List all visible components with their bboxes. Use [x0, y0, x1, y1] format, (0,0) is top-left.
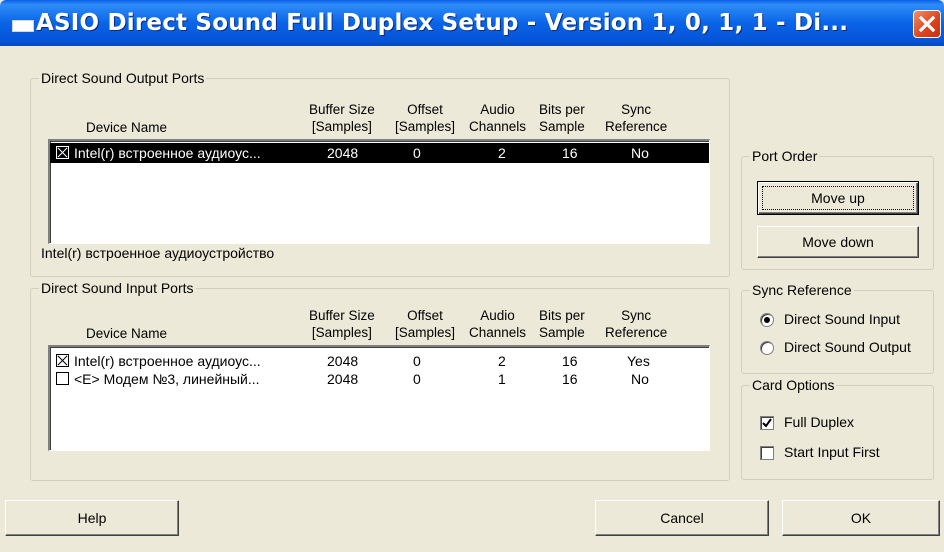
help-button[interactable]: Help — [5, 500, 179, 536]
output-ports-label: Direct Sound Output Ports — [39, 70, 207, 86]
col-audio-channels: Audio Channels — [469, 102, 527, 134]
table-row[interactable]: <E> Модем №3, линейный... 2048 0 1 16 No — [50, 369, 709, 389]
channels-cell: 1 — [498, 371, 506, 387]
port-checkbox[interactable] — [56, 146, 69, 159]
channels-cell: 2 — [498, 145, 506, 161]
sync-cell: No — [631, 371, 649, 387]
window-icon[interactable] — [12, 20, 34, 32]
start-input-first-checkbox[interactable] — [760, 446, 774, 460]
sync-output-radio[interactable] — [760, 341, 774, 355]
sync-input-radio[interactable] — [760, 313, 774, 327]
title-bar[interactable]: ASIO Direct Sound Full Duplex Setup - Ve… — [0, 0, 944, 46]
col-device-name: Device Name — [86, 120, 168, 135]
bits-cell: 16 — [562, 353, 578, 369]
input-ports-list[interactable]: Intel(r) встроенное аудиоус... 2048 0 2 … — [48, 345, 710, 451]
device-name-cell: <E> Модем №3, линейный... — [74, 371, 260, 387]
offset-cell: 0 — [413, 145, 421, 161]
device-name-cell: Intel(r) встроенное аудиоус... — [74, 353, 261, 369]
full-duplex-checkbox[interactable] — [760, 416, 774, 430]
output-ports-group: Direct Sound Output Ports Device Name Bu… — [30, 70, 730, 277]
col-device-name: Device Name — [86, 326, 168, 341]
device-name-cell: Intel(r) встроенное аудиоус... — [74, 145, 261, 161]
col-audio-channels: Audio Channels — [469, 308, 527, 340]
close-icon — [918, 15, 936, 33]
sync-cell: Yes — [627, 353, 650, 369]
port-order-group: Port Order Move up Move down — [741, 148, 934, 270]
start-input-first-label[interactable]: Start Input First — [784, 443, 880, 461]
input-ports-group: Direct Sound Input Ports Device Name Buf… — [30, 280, 730, 481]
focus-rect — [762, 186, 914, 210]
col-bits-per-sample: Bits per Sample — [539, 308, 585, 340]
table-row[interactable]: Intel(r) встроенное аудиоус... 2048 0 2 … — [50, 351, 709, 371]
move-up-button[interactable]: Move up — [757, 181, 919, 215]
bits-cell: 16 — [562, 145, 578, 161]
offset-cell: 0 — [413, 371, 421, 387]
buffer-cell: 2048 — [327, 145, 359, 161]
port-checkbox[interactable] — [56, 354, 69, 367]
col-offset: Offset [Samples] — [395, 102, 456, 134]
table-row[interactable]: Intel(r) встроенное аудиоус... 2048 0 2 … — [50, 143, 709, 163]
close-button[interactable] — [913, 10, 941, 38]
output-device-caption: Intel(r) встроенное аудиоустройство — [41, 245, 275, 261]
move-down-label: Move down — [802, 234, 874, 250]
port-order-label: Port Order — [750, 148, 820, 164]
col-bits-per-sample: Bits per Sample — [539, 102, 585, 134]
checkmark-icon — [762, 418, 772, 428]
input-ports-label: Direct Sound Input Ports — [39, 280, 196, 296]
cancel-button[interactable]: Cancel — [595, 500, 769, 536]
ok-label: OK — [850, 510, 872, 526]
buffer-cell: 2048 — [327, 353, 359, 369]
sync-input-label[interactable]: Direct Sound Input — [784, 310, 900, 328]
bits-cell: 16 — [562, 371, 578, 387]
buffer-cell: 2048 — [327, 371, 359, 387]
col-buffer-size: Buffer Size [Samples] — [309, 102, 375, 134]
col-buffer-size: Buffer Size [Samples] — [309, 308, 375, 340]
port-checkbox[interactable] — [56, 372, 69, 385]
window-title: ASIO Direct Sound Full Duplex Setup - Ve… — [36, 10, 849, 36]
sync-output-label[interactable]: Direct Sound Output — [784, 338, 911, 356]
sync-reference-label: Sync Reference — [750, 282, 854, 298]
full-duplex-label[interactable]: Full Duplex — [784, 413, 854, 431]
help-label: Help — [77, 510, 107, 526]
cancel-label: Cancel — [660, 510, 704, 526]
col-offset: Offset [Samples] — [395, 308, 456, 340]
card-options-group: Card Options Full Duplex Start Input Fir… — [741, 377, 934, 480]
output-ports-list[interactable]: Intel(r) встроенное аудиоус... 2048 0 2 … — [48, 139, 710, 244]
sync-reference-group: Sync Reference Direct Sound Input Direct… — [741, 282, 934, 374]
col-sync-reference: Sync Reference — [605, 308, 668, 340]
col-sync-reference: Sync Reference — [605, 102, 668, 134]
ok-button[interactable]: OK — [782, 500, 940, 536]
sync-cell: No — [631, 145, 649, 161]
offset-cell: 0 — [413, 353, 421, 369]
channels-cell: 2 — [498, 353, 506, 369]
card-options-label: Card Options — [750, 377, 837, 393]
move-down-button[interactable]: Move down — [757, 226, 919, 258]
